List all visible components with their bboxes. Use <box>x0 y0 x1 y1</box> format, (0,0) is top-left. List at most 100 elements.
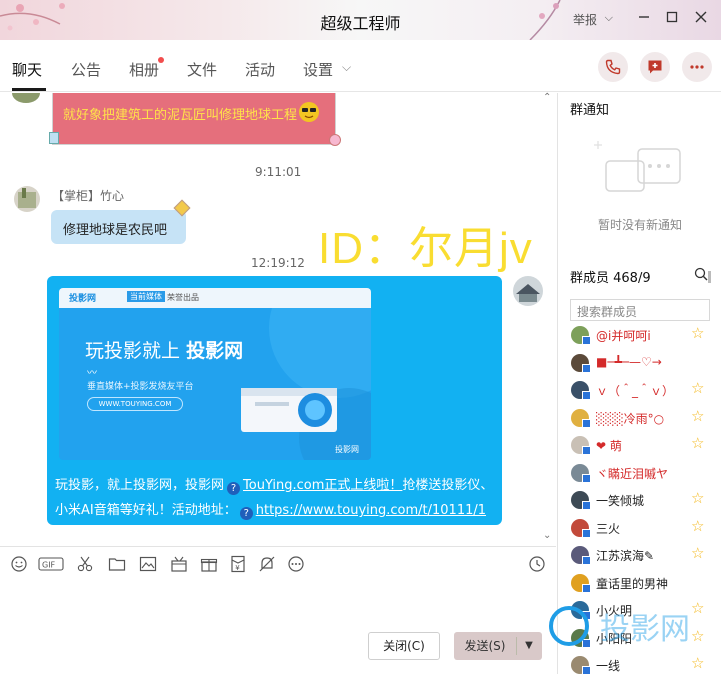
member-row[interactable]: ■─┻─—♡→ <box>558 349 721 377</box>
file-button[interactable] <box>108 555 126 573</box>
mute-button[interactable] <box>258 555 276 573</box>
sidebar-scrollbar[interactable] <box>708 271 711 283</box>
red-packet-button[interactable]: ¥ <box>229 555 247 573</box>
gif-icon: GIF <box>38 557 64 571</box>
screenshot-button[interactable] <box>76 555 94 573</box>
active-tab-indicator <box>12 88 46 91</box>
member-name: 江苏滨海✎ <box>596 549 655 563</box>
send-options-chevron-icon[interactable]: ▼ <box>516 632 542 660</box>
folder-icon <box>108 558 126 571</box>
avatar[interactable] <box>12 93 40 103</box>
member-name: 三火 <box>596 521 621 536</box>
empty-notice-icon <box>594 141 681 192</box>
maximize-icon <box>666 11 678 23</box>
chat-history[interactable]: 就好象把建筑工的泥瓦匠叫修理地球工程 9:11:01 【掌柜】竹心 修理地球是农… <box>0 93 556 545</box>
member-name: 童话里的男神 <box>596 576 669 591</box>
more-button[interactable] <box>682 52 712 82</box>
member-name: ❤ 萌 <box>596 439 622 453</box>
new-message-button[interactable] <box>640 52 670 82</box>
member-row[interactable]: 三火 ☆ <box>558 514 721 542</box>
member-row[interactable]: 一线 ☆ <box>558 651 721 674</box>
tab-bar: 聊天 公告 相册 文件 活动 设置 ⌵ <box>0 40 721 92</box>
settings-chevron-icon[interactable]: ⌵ <box>342 60 351 75</box>
close-window-button[interactable] <box>690 8 712 30</box>
member-row[interactable]: ヾ瞞近泪嘁ヤ <box>558 459 721 487</box>
banner-badge: 荣誉出品 <box>167 293 199 302</box>
minimize-button[interactable] <box>633 8 655 30</box>
sender-name[interactable]: 【掌柜】竹心 <box>52 187 124 204</box>
banner-headline: 玩投影就上 投影网 <box>85 336 243 363</box>
star-icon: ☆ <box>691 406 705 425</box>
message-text: 玩投影，就上投影网，投影网 <box>55 478 225 493</box>
star-icon: ☆ <box>691 654 705 672</box>
message-link[interactable]: https://www.touying.com/t/10111/1 <box>256 503 486 518</box>
report-button[interactable]: 举报 <box>573 11 597 28</box>
emoji-button[interactable] <box>10 555 28 573</box>
banner-badge: 当前媒体 <box>127 291 165 302</box>
member-row[interactable]: 童话里的男神 <box>558 569 721 597</box>
id-watermark: ID：尔月jv <box>318 224 533 273</box>
banner-wave-icon: 〰 <box>87 368 97 379</box>
message-card[interactable]: 就好象把建筑工的泥瓦匠叫修理地球工程 <box>49 93 341 146</box>
tab-album[interactable]: 相册 <box>129 59 159 80</box>
member-name: 一笑倾城 <box>596 494 645 508</box>
member-device-badge-icon <box>582 391 591 400</box>
more-tools-button[interactable] <box>287 555 305 573</box>
corner-watermark-text: 投影网 <box>600 612 690 647</box>
star-icon: ☆ <box>691 626 705 645</box>
image-button[interactable] <box>139 555 157 573</box>
maximize-button[interactable] <box>661 8 683 30</box>
history-button[interactable] <box>528 555 546 573</box>
member-device-badge-icon <box>582 446 591 455</box>
input-toolbar: GIF ¥ <box>0 546 556 580</box>
member-search-button[interactable] <box>694 267 708 285</box>
member-row[interactable]: ░░░冷雨°○ ☆ <box>558 404 721 432</box>
video-button[interactable] <box>170 555 188 573</box>
sender-avatar[interactable] <box>14 186 40 212</box>
svg-text:¥: ¥ <box>235 564 240 572</box>
member-device-badge-icon <box>582 363 591 373</box>
shared-link-message[interactable]: 投影网 当前媒体 荣誉出品 玩投影就上 投影网 〰 垂直媒体+投影发烧友平台 W… <box>47 276 502 525</box>
members-title: 群成员 468/9 <box>570 271 651 286</box>
member-name: 一线 <box>596 659 621 673</box>
my-avatar[interactable] <box>513 276 543 306</box>
tab-chat[interactable]: 聊天 <box>12 59 42 80</box>
tab-files[interactable]: 文件 <box>187 59 217 80</box>
gif-button[interactable]: GIF <box>38 555 64 573</box>
scroll-down-icon[interactable]: ⌄ <box>543 530 551 541</box>
star-icon: ☆ <box>691 434 705 452</box>
cool-emoji-icon <box>299 102 319 122</box>
star-icon: ☆ <box>691 489 705 507</box>
member-device-badge-icon <box>582 583 591 593</box>
link-check-icon: ? <box>239 507 253 520</box>
member-device-badge-icon <box>582 556 591 565</box>
image-icon <box>139 556 157 572</box>
close-button[interactable]: 关闭(C) <box>368 632 440 660</box>
gift-box-icon <box>171 556 187 572</box>
tab-activity[interactable]: 活动 <box>245 59 275 80</box>
call-button[interactable] <box>598 52 628 82</box>
tab-settings[interactable]: 设置 <box>303 59 333 80</box>
member-row[interactable]: ｖ（＾_＾ｖ） ☆ <box>558 376 721 404</box>
notice-title: 群通知 <box>570 103 610 118</box>
member-row[interactable]: 一笑倾城 ☆ <box>558 486 721 514</box>
chevron-down-icon[interactable]: ⌵ <box>605 11 613 25</box>
scroll-up-icon[interactable]: ⌃ <box>543 92 551 103</box>
member-search-input[interactable]: 搜索群成员 <box>570 299 710 321</box>
banner-headline-bold: 投影网 <box>186 340 244 362</box>
message-bubble[interactable]: 修理地球是农民吧 <box>51 199 191 244</box>
member-row[interactable]: @i并呵呵i ☆ <box>558 321 721 349</box>
minimize-icon <box>639 16 649 18</box>
corner-watermark-logo <box>549 606 589 646</box>
gift-button[interactable] <box>200 555 218 573</box>
mute-bell-icon <box>259 556 275 572</box>
message-link[interactable]: TouYing.com正式上线啦！ <box>243 478 402 493</box>
member-row[interactable]: 江苏滨海✎ ☆ <box>558 541 721 569</box>
send-label[interactable]: 发送(S) <box>454 632 516 660</box>
message-text: 就好象把建筑工的泥瓦匠叫修理地球工程 <box>63 108 298 123</box>
tab-announcement[interactable]: 公告 <box>71 59 101 80</box>
member-row[interactable]: ❤ 萌 ☆ <box>558 431 721 459</box>
send-button[interactable]: 发送(S) ▼ <box>454 632 542 660</box>
emoji-icon <box>11 556 27 572</box>
promo-banner-image[interactable]: 投影网 当前媒体 荣誉出品 玩投影就上 投影网 〰 垂直媒体+投影发烧友平台 W… <box>59 288 371 460</box>
